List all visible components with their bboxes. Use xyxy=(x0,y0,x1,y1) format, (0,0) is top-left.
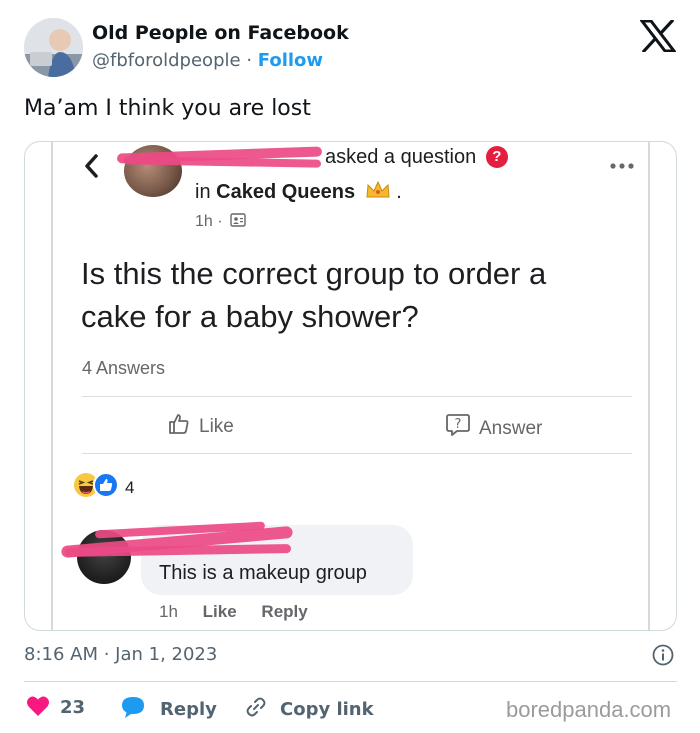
divider xyxy=(82,396,632,397)
svg-text:?: ? xyxy=(455,417,462,432)
question-badge-icon: ? xyxy=(485,146,508,168)
question-bubble-icon: ? xyxy=(446,414,470,436)
members-icon xyxy=(230,213,246,227)
reply-action[interactable]: Reply xyxy=(120,695,217,723)
speech-bubble-icon xyxy=(122,697,144,718)
handle-row: @fbforoldpeople · Follow xyxy=(92,50,323,71)
asked-text: asked a question xyxy=(325,146,477,168)
likes-count: 23 xyxy=(60,697,86,718)
tweet-media[interactable]: asked a question ? in Caked Queens . 1h … xyxy=(24,141,677,631)
group-suffix: . xyxy=(396,181,402,203)
handle[interactable]: @fbforoldpeople xyxy=(92,50,241,71)
crown-icon xyxy=(366,180,390,198)
more-options-icon[interactable] xyxy=(609,162,635,170)
commenter-avatar[interactable] xyxy=(77,530,131,584)
haha-reaction-icon xyxy=(74,472,119,498)
divider xyxy=(82,453,632,454)
like-button[interactable]: Like xyxy=(167,412,234,438)
screenshot-edge-right xyxy=(648,142,650,630)
avatar-image xyxy=(24,18,83,77)
comment-text: This is a makeup group xyxy=(159,562,367,584)
profile-avatar[interactable] xyxy=(24,18,83,77)
reaction-count: 4 xyxy=(125,478,135,497)
copy-link-label: Copy link xyxy=(280,699,374,720)
asked-question-line: asked a question ? xyxy=(325,146,508,169)
heart-icon xyxy=(27,696,49,716)
display-name[interactable]: Old People on Facebook xyxy=(92,22,349,44)
like-label: Like xyxy=(199,416,234,437)
question-text: Is this the correct group to order a cak… xyxy=(81,256,547,334)
screenshot-edge-left xyxy=(51,142,53,630)
chevron-left-icon[interactable] xyxy=(81,152,103,180)
separator: · xyxy=(246,50,253,71)
follow-button[interactable]: Follow xyxy=(258,50,323,71)
comment-meta: 1h Like Reply xyxy=(159,602,328,622)
answers-count[interactable]: 4 Answers xyxy=(82,358,165,379)
comment-like-button[interactable]: Like xyxy=(203,602,237,621)
answer-label: Answer xyxy=(479,418,543,439)
like-action[interactable]: 23 xyxy=(26,695,85,719)
post-time: 1h · xyxy=(195,212,246,231)
copy-link-action[interactable]: Copy link xyxy=(244,695,374,723)
x-logo-icon[interactable] xyxy=(640,20,676,52)
tweet-text: Ma’am I think you are lost xyxy=(24,96,311,121)
tweet-timestamp[interactable]: 8:16 AM · Jan 1, 2023 xyxy=(24,644,217,665)
comment-reply-button[interactable]: Reply xyxy=(261,602,307,621)
info-icon[interactable] xyxy=(652,644,674,666)
link-icon xyxy=(246,697,266,717)
group-line: in Caked Queens . xyxy=(195,180,402,204)
reactions-summary[interactable]: 4 xyxy=(73,472,134,498)
group-name-link[interactable]: Caked Queens xyxy=(216,181,355,203)
watermark: boredpanda.com xyxy=(506,697,672,722)
reply-label: Reply xyxy=(160,699,217,720)
comment-time[interactable]: 1h xyxy=(159,602,178,621)
thumbs-up-icon xyxy=(169,414,189,434)
footer-divider xyxy=(24,681,677,682)
group-prefix: in xyxy=(195,181,211,203)
answer-button[interactable]: ? Answer xyxy=(445,412,542,440)
post-time-text[interactable]: 1h · xyxy=(195,213,223,230)
